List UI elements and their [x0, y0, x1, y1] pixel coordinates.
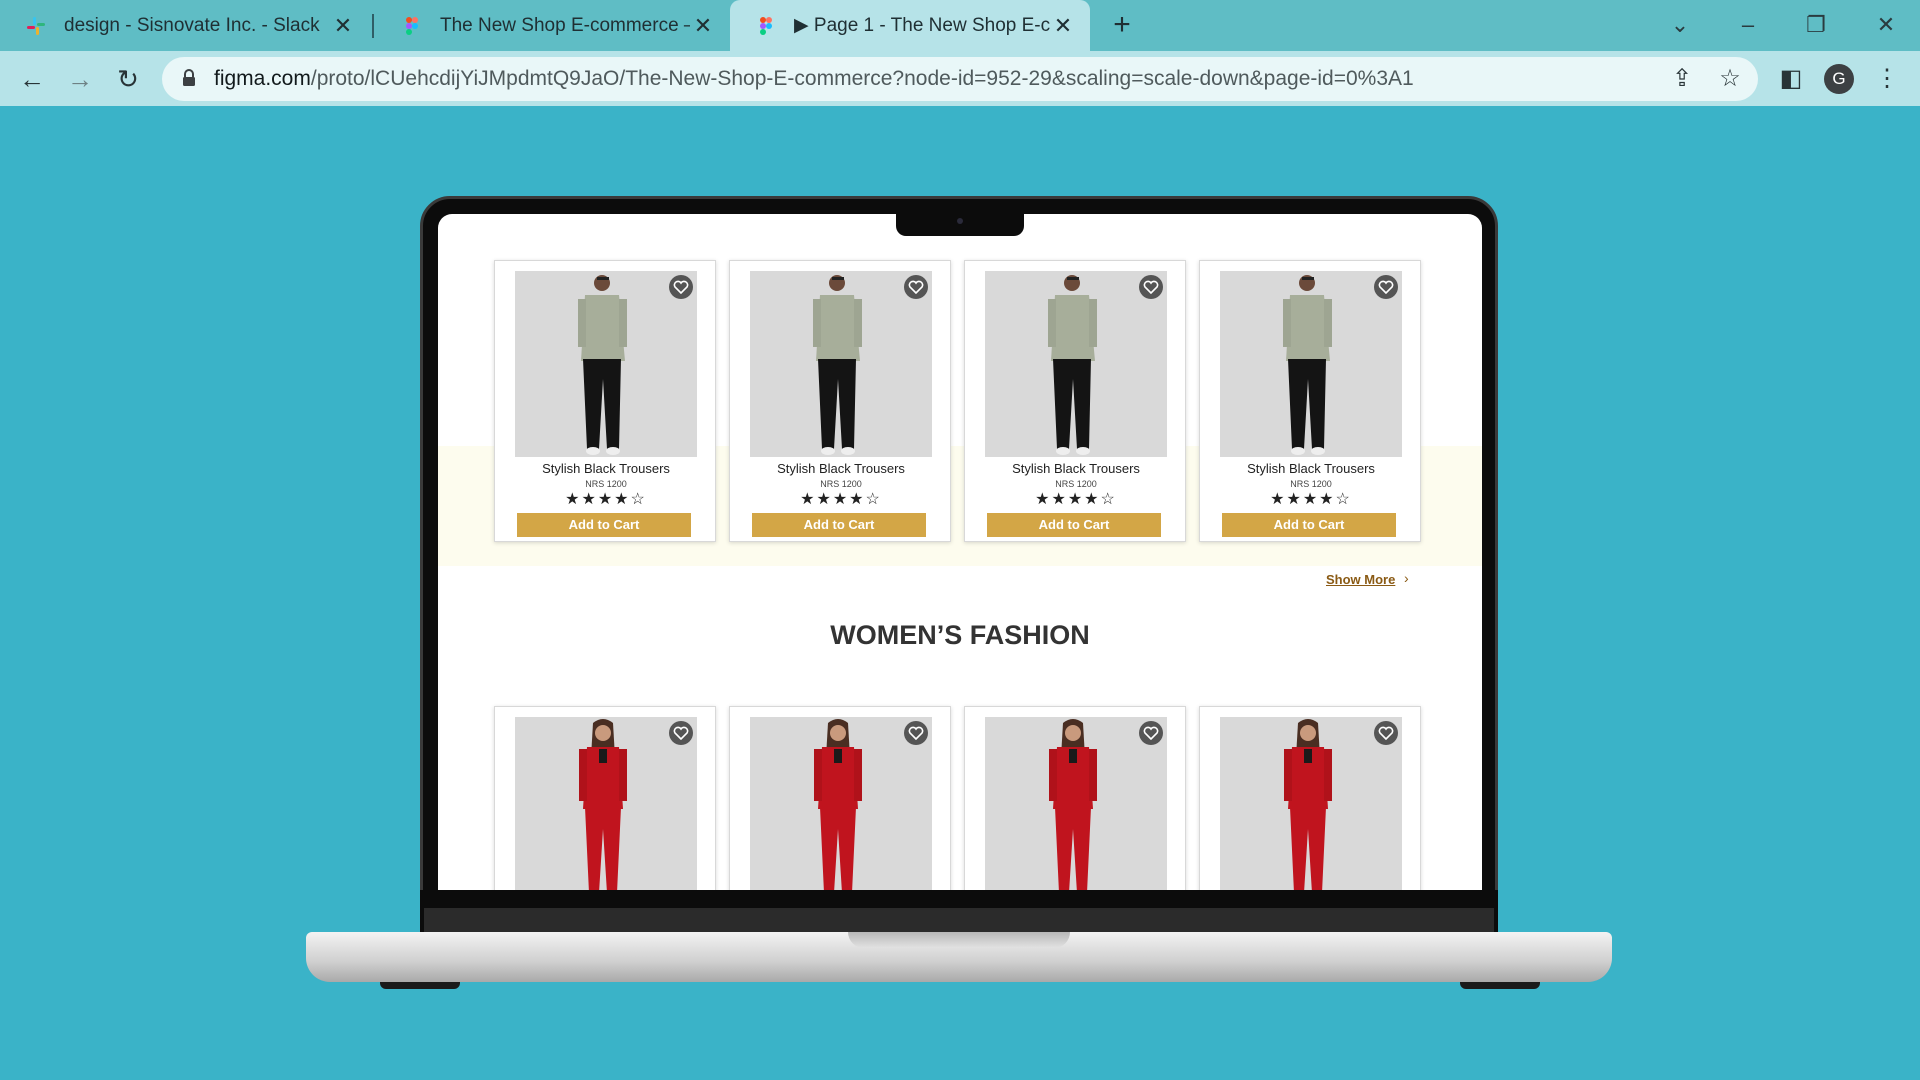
- laptop-hinge: [424, 908, 1494, 932]
- rating-stars: ★★★★☆: [565, 491, 647, 508]
- add-to-cart-button[interactable]: Add to Cart: [987, 513, 1161, 537]
- product-name: Stylish Black Trousers: [1247, 461, 1375, 476]
- product-image: [750, 717, 932, 890]
- product-image: [515, 271, 697, 457]
- reload-icon[interactable]: ↻: [110, 61, 146, 97]
- product-card[interactable]: Stylish Black Trousers NRS 1200 ★★★★☆ Ad…: [729, 260, 951, 542]
- female-model-image: [1284, 719, 1332, 890]
- tab-figma-prototype[interactable]: ▶ Page 1 - The New Shop E-commerce ✕: [730, 0, 1090, 51]
- section-title: WOMEN’S FASHION: [830, 620, 1090, 650]
- wishlist-heart-icon[interactable]: [904, 721, 928, 745]
- forward-icon[interactable]: →: [62, 61, 98, 97]
- prototype-screen: Stylish Black Trousers NRS 1200 ★★★★☆ Ad…: [438, 214, 1482, 890]
- product-card[interactable]: [964, 706, 1186, 890]
- close-icon[interactable]: ✕: [690, 13, 716, 39]
- figma-icon: [406, 16, 418, 35]
- wishlist-heart-icon[interactable]: [669, 275, 693, 299]
- product-image: [985, 717, 1167, 890]
- product-card[interactable]: [494, 706, 716, 890]
- new-tab-icon[interactable]: +: [1106, 10, 1138, 42]
- bookmark-star-icon[interactable]: ☆: [1715, 65, 1745, 93]
- url-text: figma.com/proto/lCUehcdijYiJMpdmtQ9JaO/T…: [214, 67, 1414, 91]
- laptop-foot: [380, 982, 460, 989]
- laptop-foot: [1460, 982, 1540, 989]
- minimize-icon[interactable]: –: [1728, 8, 1768, 42]
- side-panel-icon[interactable]: ◧: [1776, 65, 1806, 93]
- tab-slack[interactable]: design - Sisnovate Inc. - Slack ✕: [0, 0, 370, 51]
- figma-icon: [760, 16, 772, 35]
- product-price: NRS 1200: [820, 479, 862, 489]
- rating-stars: ★★★★☆: [1035, 491, 1117, 508]
- product-card[interactable]: Stylish Black Trousers NRS 1200 ★★★★☆ Ad…: [964, 260, 1186, 542]
- wishlist-heart-icon[interactable]: [904, 275, 928, 299]
- tab-title: The New Shop E-commerce – Figma: [440, 14, 690, 36]
- product-image: [750, 271, 932, 457]
- wishlist-heart-icon[interactable]: [1139, 275, 1163, 299]
- address-bar[interactable]: figma.com/proto/lCUehcdijYiJMpdmtQ9JaO/T…: [162, 57, 1758, 101]
- product-price: NRS 1200: [1290, 479, 1332, 489]
- product-name: Stylish Black Trousers: [1012, 461, 1140, 476]
- rating-stars: ★★★★☆: [800, 491, 882, 508]
- male-model-image: [1283, 275, 1332, 455]
- wishlist-heart-icon[interactable]: [1139, 721, 1163, 745]
- add-to-cart-button[interactable]: Add to Cart: [1222, 513, 1396, 537]
- product-image: [515, 717, 697, 890]
- restore-icon[interactable]: ❐: [1796, 8, 1836, 42]
- lock-icon: [183, 69, 195, 86]
- close-icon[interactable]: ✕: [330, 13, 356, 39]
- product-name: Stylish Black Trousers: [542, 461, 670, 476]
- tab-divider: [372, 14, 374, 38]
- url-host: figma.com: [214, 67, 311, 90]
- product-card[interactable]: Stylish Black Trousers NRS 1200 ★★★★☆ Ad…: [1199, 260, 1421, 542]
- browser-toolbar: ← → ↻ figma.com/proto/lCUehcdijYiJMpdmtQ…: [0, 51, 1920, 106]
- camera-icon: [957, 218, 963, 224]
- add-to-cart-button[interactable]: Add to Cart: [752, 513, 926, 537]
- product-name: Stylish Black Trousers: [777, 461, 905, 476]
- slack-icon: [27, 16, 45, 35]
- wishlist-heart-icon[interactable]: [1374, 721, 1398, 745]
- product-image: [1220, 271, 1402, 457]
- product-image: [1220, 717, 1402, 890]
- tab-title: design - Sisnovate Inc. - Slack: [64, 14, 320, 36]
- product-card[interactable]: [1199, 706, 1421, 890]
- female-model-image: [1049, 719, 1097, 890]
- chevron-right-icon[interactable]: ›: [1404, 570, 1409, 586]
- share-icon[interactable]: ⇪: [1667, 65, 1697, 93]
- product-image: [985, 271, 1167, 457]
- tab-figma-file[interactable]: The New Shop E-commerce – Figma ✕: [376, 0, 730, 51]
- tab-search-icon[interactable]: ⌄: [1660, 8, 1700, 42]
- laptop-base-notch: [848, 932, 1070, 948]
- product-card[interactable]: Stylish Black Trousers NRS 1200 ★★★★☆ Ad…: [494, 260, 716, 542]
- male-model-image: [813, 275, 862, 455]
- url-path: /proto/lCUehcdijYiJMpdmtQ9JaO/The-New-Sh…: [310, 67, 1414, 90]
- close-icon[interactable]: ✕: [1050, 13, 1076, 39]
- back-icon[interactable]: ←: [14, 61, 50, 97]
- profile-avatar[interactable]: G: [1824, 64, 1854, 94]
- add-to-cart-button[interactable]: Add to Cart: [517, 513, 691, 537]
- wishlist-heart-icon[interactable]: [1374, 275, 1398, 299]
- female-model-image: [814, 719, 862, 890]
- window-close-icon[interactable]: ✕: [1866, 8, 1906, 42]
- show-more-link[interactable]: Show More: [1326, 572, 1395, 587]
- male-model-image: [578, 275, 627, 455]
- male-model-image: [1048, 275, 1097, 455]
- tab-title: ▶ Page 1 - The New Shop E-commerce: [794, 15, 1050, 36]
- menu-icon[interactable]: ⋮: [1872, 65, 1902, 93]
- product-price: NRS 1200: [1055, 479, 1097, 489]
- wishlist-heart-icon[interactable]: [669, 721, 693, 745]
- product-card[interactable]: [729, 706, 951, 890]
- rating-stars: ★★★★☆: [1270, 491, 1352, 508]
- tab-strip: design - Sisnovate Inc. - Slack ✕ The Ne…: [0, 0, 1920, 51]
- female-model-image: [579, 719, 627, 890]
- product-price: NRS 1200: [585, 479, 627, 489]
